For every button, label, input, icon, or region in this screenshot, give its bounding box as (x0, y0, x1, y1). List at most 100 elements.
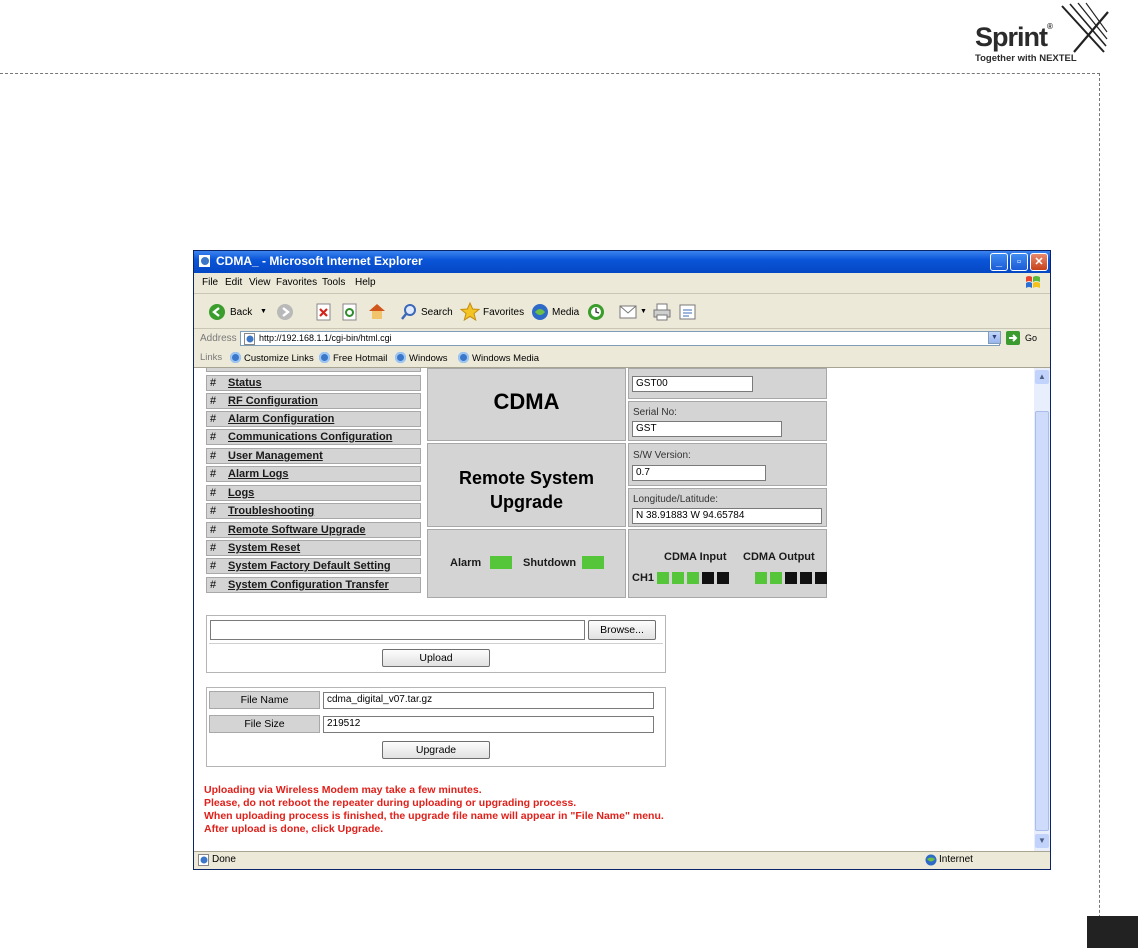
link-label: Customize Links (244, 353, 314, 364)
mail-dropdown-icon[interactable]: ▼ (640, 308, 647, 315)
scroll-up-arrow-icon[interactable]: ▲ (1035, 370, 1049, 384)
go-arrow-icon[interactable] (1006, 331, 1020, 345)
nav-item-troubleshooting[interactable]: # Troubleshooting (206, 503, 421, 519)
go-button[interactable]: Go (1025, 333, 1037, 343)
sw-version-label: S/W Version: (633, 450, 691, 461)
favorites-star-icon[interactable] (460, 302, 480, 322)
nav-item-logs[interactable]: # Logs (206, 485, 421, 501)
ie-page-icon (244, 333, 255, 345)
media-button[interactable]: Media (552, 307, 579, 318)
site-code-field[interactable]: GST00 (632, 376, 753, 392)
led-on (657, 572, 669, 584)
link-free-hotmail[interactable]: Free Hotmail (319, 352, 387, 364)
menu-help[interactable]: Help (355, 277, 376, 288)
upgrade-button[interactable]: Upgrade (382, 741, 490, 759)
minimize-button[interactable]: _ (990, 253, 1008, 271)
sprint-wing-icon (1061, 2, 1109, 53)
file-name-field[interactable]: cdma_digital_v07.tar.gz (323, 692, 654, 709)
back-dropdown-icon[interactable]: ▼ (260, 308, 267, 315)
serial-field[interactable]: GST (632, 421, 782, 437)
nav-hash: # (210, 579, 217, 591)
nav-hash: # (210, 524, 217, 536)
menu-bar: File Edit View Favorites Tools Help (194, 273, 1050, 294)
scrollbar-thumb[interactable] (1035, 411, 1049, 831)
upload-button[interactable]: Upload (382, 649, 490, 667)
back-arrow-icon[interactable] (208, 303, 226, 321)
menu-tools[interactable]: Tools (322, 277, 345, 288)
link-windows-media[interactable]: Windows Media (458, 352, 539, 364)
search-button[interactable]: Search (421, 307, 453, 318)
menu-view[interactable]: View (249, 277, 271, 288)
nav-item-system-reset[interactable]: # System Reset (206, 540, 421, 556)
menu-edit[interactable]: Edit (225, 277, 242, 288)
stop-icon[interactable] (316, 303, 332, 321)
address-label: Address (200, 333, 237, 344)
led-on (755, 572, 767, 584)
links-bar: Links Customize Links Free Hotmail Windo… (194, 349, 1050, 368)
cdma-output-leds (755, 572, 827, 584)
browser-window: CDMA_ - Microsoft Internet Explorer _ ▫ … (193, 250, 1051, 870)
alarm-label: Alarm (450, 557, 482, 569)
nav-hash: # (210, 450, 217, 462)
menu-file[interactable]: File (202, 277, 218, 288)
nav-label: Status (228, 377, 262, 389)
title-bar: CDMA_ - Microsoft Internet Explorer _ ▫ … (194, 251, 1050, 273)
serial-label: Serial No: (633, 407, 677, 418)
nav-item-system-factory-default-setting[interactable]: # System Factory Default Setting (206, 558, 421, 574)
lonlat-field[interactable]: N 38.91883 W 94.65784 (632, 508, 822, 524)
channel-label: CH1 (632, 572, 655, 584)
nav-item-user-management[interactable]: # User Management (206, 448, 421, 464)
address-dropdown-icon[interactable]: ▼ (988, 331, 1001, 344)
link-windows[interactable]: Windows (395, 352, 448, 364)
print-icon[interactable] (652, 303, 672, 321)
media-icon[interactable] (531, 303, 549, 321)
nav-item-alarm-logs[interactable]: # Alarm Logs (206, 466, 421, 482)
mail-icon[interactable] (619, 304, 639, 320)
nav-hash: # (210, 560, 217, 572)
nav-item-alarm-configuration[interactable]: # Alarm Configuration (206, 411, 421, 427)
file-size-field[interactable]: 219512 (323, 716, 654, 733)
scroll-down-arrow-icon[interactable]: ▼ (1035, 834, 1049, 848)
close-button[interactable]: ✕ (1030, 253, 1048, 271)
home-icon[interactable] (367, 302, 387, 321)
nav-item-communications-configuration[interactable]: # Communications Configuration (206, 429, 421, 445)
back-button[interactable]: Back (230, 307, 252, 318)
search-icon[interactable] (400, 303, 418, 321)
nav-label: User Management (228, 450, 323, 462)
upgrade-form: File Name cdma_digital_v07.tar.gz File S… (206, 687, 666, 767)
nav-label: Logs (228, 487, 255, 499)
nav-label: System Reset (228, 542, 301, 554)
menu-favorites[interactable]: Favorites (276, 277, 317, 288)
refresh-icon[interactable] (342, 303, 358, 321)
upload-file-input[interactable] (210, 620, 585, 640)
history-icon[interactable] (587, 303, 605, 321)
maximize-button[interactable]: ▫ (1010, 253, 1028, 271)
nav-item-system-configuration-transfer[interactable]: # System Configuration Transfer (206, 577, 421, 593)
sprint-logo: Sprint® (975, 22, 1053, 53)
link-customize-links[interactable]: Customize Links (230, 352, 314, 364)
ie-link-icon (395, 352, 406, 363)
led-off (717, 572, 729, 584)
browse-button[interactable]: Browse... (588, 620, 656, 640)
lonlat-label: Longitude/Latitude: (633, 494, 719, 505)
windows-flag-icon (1026, 276, 1040, 288)
page-content: # Status # RF Configuration # Alarm Configu… (194, 368, 1034, 851)
nav-item-status[interactable]: # Status (206, 375, 421, 391)
nav-hash: # (210, 542, 217, 554)
serial-panel: Serial No: GST (628, 401, 827, 441)
edit-icon[interactable] (678, 303, 698, 321)
nav-item-rf-configuration[interactable]: # RF Configuration (206, 393, 421, 409)
favorites-button[interactable]: Favorites (483, 307, 524, 318)
nav-label: System Configuration Transfer (228, 579, 389, 591)
nav-label: Communications Configuration (228, 431, 393, 443)
nav-item-remote-software-upgrade[interactable]: # Remote Software Upgrade (206, 522, 421, 538)
forward-arrow-icon[interactable] (276, 303, 294, 321)
status-text: Done (212, 854, 236, 865)
logo-registered-mark: ® (1047, 22, 1053, 31)
status-bar (194, 851, 1050, 869)
warning-message: After upload is done, click Upgrade. (204, 823, 384, 835)
window-title: CDMA_ - Microsoft Internet Explorer (216, 254, 423, 268)
sw-version-field[interactable]: 0.7 (632, 465, 766, 481)
page-title-panel: Remote System Upgrade (427, 443, 626, 527)
address-input[interactable]: http://192.168.1.1/cgi-bin/html.cgi (240, 331, 1000, 346)
